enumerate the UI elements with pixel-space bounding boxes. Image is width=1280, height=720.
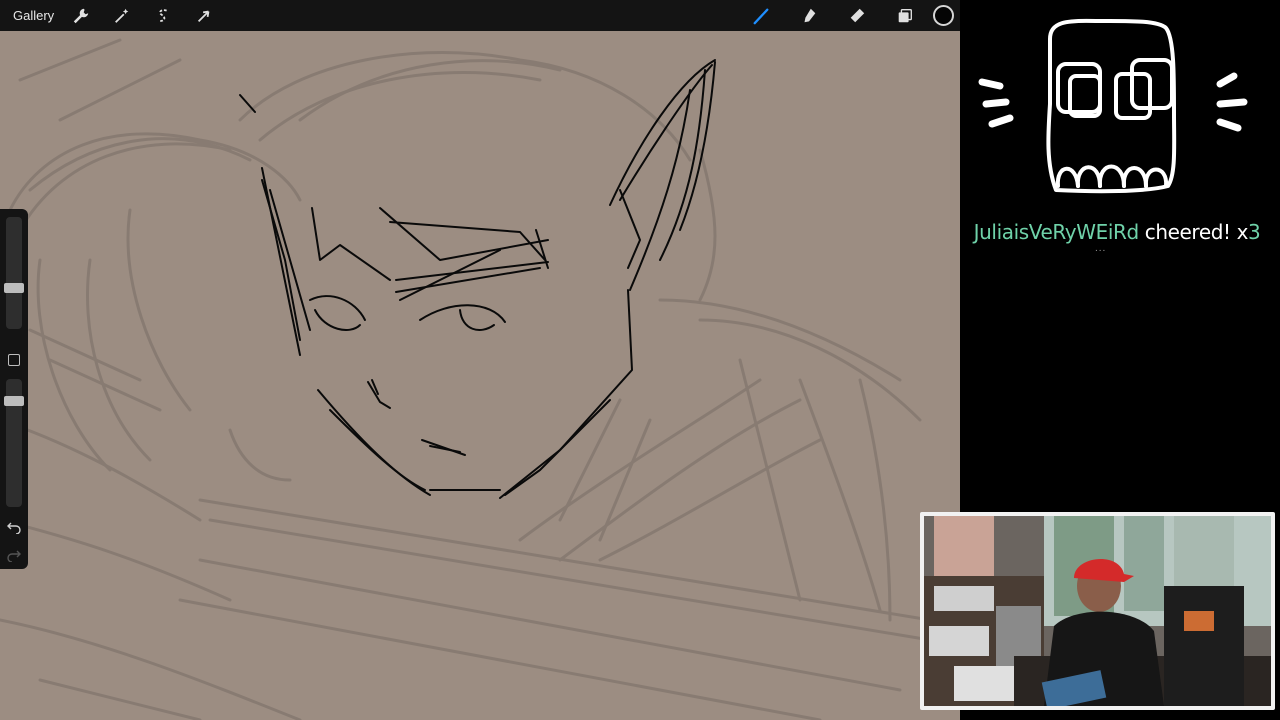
drawing-canvas[interactable]	[0, 0, 960, 720]
cheer-alert: JuliaisVeRyWEiRd cheered! x3	[957, 220, 1277, 244]
paint-tools	[737, 0, 960, 31]
cheer-count: 3	[1248, 220, 1261, 244]
opacity-slider[interactable]	[4, 379, 24, 507]
color-picker-button[interactable]	[933, 5, 954, 26]
brush-icon[interactable]	[744, 3, 778, 29]
cheer-mascot-image	[978, 18, 1248, 194]
brush-size-thumb[interactable]	[4, 283, 24, 293]
cheer-message: cheered! x	[1138, 220, 1249, 244]
webcam-feed	[920, 512, 1275, 710]
redo-icon[interactable]	[7, 548, 21, 562]
brush-sidebar	[0, 209, 28, 569]
alert-dots: ...	[1095, 243, 1107, 254]
opacity-thumb[interactable]	[4, 396, 24, 406]
layers-icon[interactable]	[888, 3, 922, 29]
square-icon[interactable]	[8, 354, 20, 366]
eraser-icon[interactable]	[840, 3, 874, 29]
smudge-icon[interactable]	[792, 3, 826, 29]
cheer-username: JuliaisVeRyWEiRd	[973, 220, 1140, 244]
gallery-button[interactable]: Gallery	[13, 8, 54, 23]
transform-arrow-icon[interactable]	[191, 3, 217, 29]
webcam-image	[924, 516, 1271, 706]
selection-s-icon[interactable]	[150, 3, 176, 29]
brush-size-slider[interactable]	[4, 217, 24, 329]
magic-wand-icon[interactable]	[109, 3, 135, 29]
top-toolbar: Gallery	[0, 0, 960, 31]
wrench-icon[interactable]	[68, 3, 94, 29]
undo-icon[interactable]	[7, 520, 21, 534]
drawing-app: Gallery	[0, 0, 960, 720]
